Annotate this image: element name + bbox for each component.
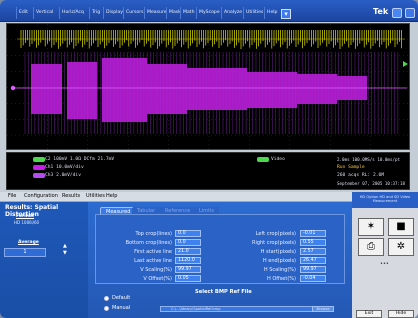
app-window: { "menu": ["Edit","Vertical","Horiz/Acq"… <box>0 0 418 318</box>
row-label: V Offset(%) <box>143 276 172 282</box>
brand-logo: Tek <box>373 7 389 16</box>
magenta-signal-block <box>297 74 337 104</box>
default-radio-label: Default <box>112 295 131 301</box>
menu-help[interactable]: Help <box>264 7 279 19</box>
more-dots: ••• <box>380 261 389 267</box>
channel-readouts: C2 100mV 1.0Ω DCfm 21.7mV Ch1 10.0mV/div… <box>6 152 410 190</box>
row-label: Bottom crop(lines) <box>125 240 172 246</box>
row-label: Right crop(pixels) <box>251 240 296 246</box>
appmenu-utilities[interactable]: Utilities <box>86 193 105 199</box>
minimize-icon[interactable] <box>392 8 402 18</box>
browse-button[interactable]: Browse <box>312 306 334 312</box>
appmenu-configuration[interactable]: Configuration <box>24 193 58 199</box>
appmenu-help[interactable]: Help <box>106 193 117 199</box>
row-value[interactable]: 0.0 <box>175 239 201 246</box>
row-value[interactable]: 99.97 <box>175 266 201 273</box>
format-value: HD 1080i/60 <box>14 220 40 225</box>
ground-marker-icon <box>10 85 16 91</box>
appmenu-file[interactable]: File <box>8 193 16 199</box>
average-input[interactable]: 1 <box>4 248 46 257</box>
menu-utilities[interactable]: Utilities <box>243 7 265 19</box>
default-radio[interactable] <box>104 296 109 301</box>
magenta-signal-block <box>31 64 62 114</box>
row-value[interactable]: -0.04 <box>300 275 326 282</box>
magenta-signal-block <box>187 68 247 110</box>
row-value[interactable]: 0.55 <box>300 239 326 246</box>
menu-myscope[interactable]: MyScope <box>196 7 222 19</box>
ch2-badge[interactable] <box>33 157 45 162</box>
row-value[interactable]: -0.01 <box>300 230 326 237</box>
magenta-signal-block <box>247 72 297 108</box>
row-label: Top crop(lines) <box>135 231 172 237</box>
ch3-badge[interactable] <box>33 173 45 178</box>
row-value[interactable]: 1120.0 <box>175 257 201 264</box>
row-value[interactable]: 99.97 <box>300 266 326 273</box>
average-label: Average <box>18 240 39 245</box>
menu-cursors[interactable]: Cursors <box>123 7 146 19</box>
row-label: Last active line <box>134 258 172 264</box>
results-side-panel: Results: Spatial Distortion Format HD 10… <box>0 202 88 318</box>
row-label: H Offset(%) <box>266 276 296 282</box>
capture-icon[interactable]: ⎙ <box>358 238 384 256</box>
row-value[interactable]: 2.57 <box>300 248 326 255</box>
menu-display[interactable]: Display <box>103 7 125 19</box>
waveform-graph <box>7 24 409 149</box>
bmp-section-title: Select BMP Ref File <box>195 289 252 295</box>
acq-mode-readout: Run Sample <box>337 165 365 170</box>
cursor-star-icon[interactable]: ✶ <box>358 218 384 236</box>
bmp-path-field[interactable]: C:\...\library\SpatialRef.bmp <box>160 306 330 312</box>
row-label: V Scaling(%) <box>140 267 172 273</box>
manual-radio[interactable] <box>104 306 109 311</box>
menu-math[interactable]: Math <box>180 7 197 19</box>
app-menubar: File Configuration Results Utilities Hel… <box>0 192 352 202</box>
menu-analyze[interactable]: Analyze <box>221 7 244 19</box>
date-readout: September 07, 2005 10:37:18 <box>337 181 406 186</box>
ch1-readout: Ch1 10.0mV/div <box>45 165 84 170</box>
ch3-readout: Ch3 2.0mV/div <box>45 173 81 178</box>
row-value[interactable]: 0.05 <box>175 275 201 282</box>
menu-measure[interactable]: Measure <box>144 7 169 19</box>
menu-trig[interactable]: Trig <box>89 7 102 19</box>
trigger-marker-icon <box>403 61 408 67</box>
restore-icon[interactable] <box>405 8 415 18</box>
row-label: H end(pixels) <box>262 258 296 264</box>
scope-menubar: Edit Vertical Horiz/Acq Trig Display Cur… <box>0 0 418 22</box>
row-label: Left crop(pixels) <box>255 231 296 237</box>
row-value[interactable]: 0.0 <box>175 230 201 237</box>
row-label: H start(pixels) <box>260 249 296 255</box>
timebase-readout: 2.0ms 100.0MS/s 10.0ms/pt <box>337 157 401 162</box>
menu-edit[interactable]: Edit <box>16 7 30 19</box>
row-value[interactable]: 26.47 <box>300 257 326 264</box>
stop-icon[interactable]: ■ <box>388 218 414 236</box>
row-label: First active line <box>134 249 172 255</box>
waveform-display[interactable] <box>6 23 410 150</box>
acq-count-readout: 260 acqs RL: 2.0M <box>337 173 385 178</box>
app-option-header: HD Option HD and SD Video Measurement <box>352 192 418 208</box>
menu-dropdown-button[interactable]: ▾ <box>281 9 291 19</box>
trigger-readout: Video <box>271 157 285 162</box>
exit-button[interactable]: Exit <box>356 310 382 318</box>
average-up-icon[interactable]: ▲ <box>63 243 67 249</box>
ch2-readout: C2 100mV 1.0Ω DCfm 21.7mV <box>45 157 115 162</box>
row-value[interactable]: 21.0 <box>175 248 201 255</box>
format-label: Format <box>16 214 35 219</box>
appmenu-results[interactable]: Results <box>62 193 80 199</box>
trigger-badge[interactable] <box>257 157 269 162</box>
manual-radio-label: Manual <box>112 305 131 311</box>
magenta-signal-block <box>67 62 97 119</box>
settings-icon[interactable]: ✲ <box>388 238 414 256</box>
menu-horiz-acq[interactable]: Horiz/Acq <box>59 7 86 19</box>
average-down-icon[interactable]: ▼ <box>63 250 67 256</box>
row-label: H Scaling(%) <box>263 267 296 273</box>
menu-vertical[interactable]: Vertical <box>33 7 55 19</box>
ch1-badge[interactable] <box>33 165 45 170</box>
hide-button[interactable]: Hide <box>388 310 414 318</box>
